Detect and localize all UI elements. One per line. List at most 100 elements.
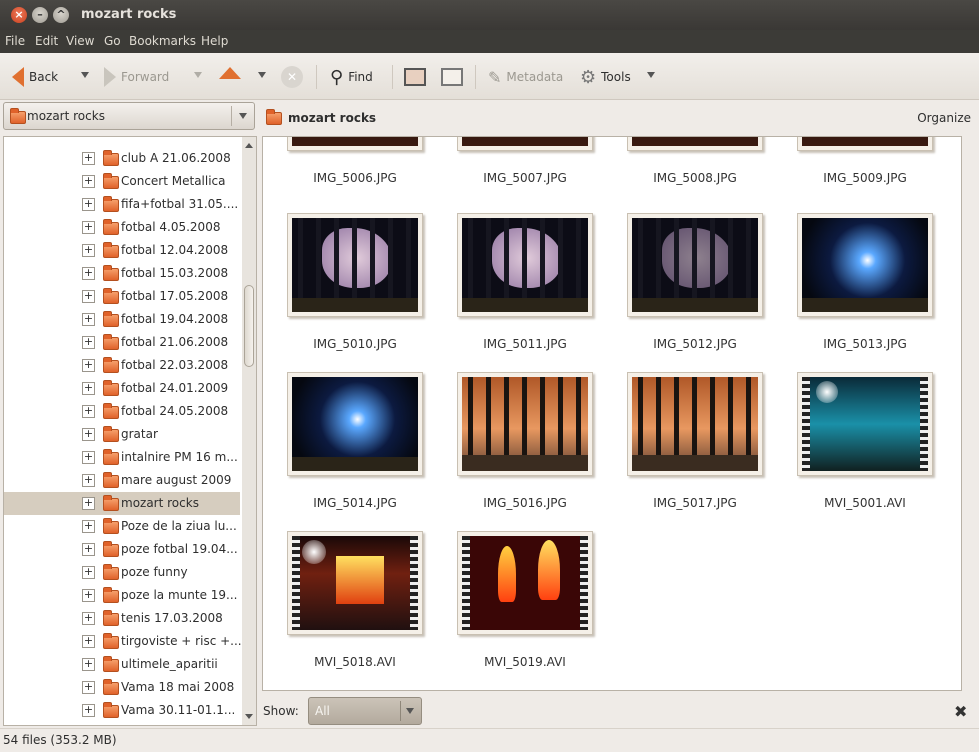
file-thumbnail[interactable]: [457, 137, 593, 151]
close-filter-icon[interactable]: ✖: [954, 702, 967, 721]
menu-view[interactable]: View: [66, 34, 94, 48]
tree-item[interactable]: + fotbal 4.05.2008: [4, 216, 240, 239]
expand-icon[interactable]: +: [82, 428, 95, 441]
tree-item[interactable]: + poze funny: [4, 561, 240, 584]
tree-item[interactable]: + fotbal 21.06.2008: [4, 331, 240, 354]
tree-item[interactable]: + gratar: [4, 423, 240, 446]
file-name[interactable]: IMG_5014.JPG: [270, 496, 440, 510]
scroll-up-icon[interactable]: [245, 143, 253, 148]
expand-icon[interactable]: +: [82, 681, 95, 694]
file-name[interactable]: IMG_5007.JPG: [440, 171, 610, 185]
file-name[interactable]: IMG_5011.JPG: [440, 337, 610, 351]
tools-button[interactable]: ⚙ Tools: [580, 65, 631, 89]
expand-icon[interactable]: +: [82, 612, 95, 625]
file-thumbnail[interactable]: [287, 372, 423, 476]
minimize-window-button[interactable]: –: [32, 7, 48, 23]
tree-item[interactable]: + fotbal 17.05.2008: [4, 285, 240, 308]
expand-icon[interactable]: +: [82, 152, 95, 165]
tree-scrollbar[interactable]: [242, 137, 256, 725]
menu-file[interactable]: File: [5, 34, 25, 48]
forward-button[interactable]: Forward: [104, 65, 169, 89]
file-thumbnail[interactable]: [797, 213, 933, 317]
file-name[interactable]: IMG_5016.JPG: [440, 496, 610, 510]
tree-item[interactable]: + Concert Metallica: [4, 170, 240, 193]
expand-icon[interactable]: +: [82, 336, 95, 349]
file-thumbnail[interactable]: [627, 137, 763, 151]
tree-item[interactable]: + fotbal 15.03.2008: [4, 262, 240, 285]
menu-edit[interactable]: Edit: [35, 34, 58, 48]
tree-item[interactable]: + fotbal 22.03.2008: [4, 354, 240, 377]
tools-dropdown[interactable]: [647, 72, 655, 78]
maximize-window-button[interactable]: ^: [53, 7, 69, 23]
menu-help[interactable]: Help: [201, 34, 228, 48]
tree-item[interactable]: + tirgoviste + risc +...: [4, 630, 242, 653]
file-name[interactable]: IMG_5013.JPG: [780, 337, 950, 351]
scroll-down-icon[interactable]: [245, 714, 253, 719]
expand-icon[interactable]: +: [82, 543, 95, 556]
file-thumbnail[interactable]: [797, 372, 933, 476]
up-button[interactable]: [219, 65, 246, 89]
expand-icon[interactable]: +: [82, 566, 95, 579]
show-filter-combo[interactable]: All: [308, 697, 422, 725]
tree-item[interactable]: + fotbal 12.04.2008: [4, 239, 240, 262]
file-name[interactable]: IMG_5012.JPG: [610, 337, 780, 351]
expand-icon[interactable]: +: [82, 497, 95, 510]
find-button[interactable]: ⚲ Find: [330, 65, 373, 89]
expand-icon[interactable]: +: [82, 635, 95, 648]
tree-item[interactable]: + Vama 18 mai 2008: [4, 676, 240, 699]
expand-icon[interactable]: +: [82, 474, 95, 487]
expand-icon[interactable]: +: [82, 313, 95, 326]
expand-icon[interactable]: +: [82, 520, 95, 533]
expand-icon[interactable]: +: [82, 175, 95, 188]
file-thumbnail[interactable]: [287, 213, 423, 317]
close-window-button[interactable]: ×: [11, 7, 27, 23]
expand-icon[interactable]: +: [82, 244, 95, 257]
tree-item[interactable]: + mozart rocks: [4, 492, 240, 515]
back-history-dropdown[interactable]: [81, 72, 89, 78]
tree-item[interactable]: + tenis 17.03.2008: [4, 607, 240, 630]
forward-history-dropdown[interactable]: [194, 72, 202, 78]
expand-icon[interactable]: +: [82, 451, 95, 464]
file-thumbnail[interactable]: [627, 372, 763, 476]
tree-item[interactable]: + fifa+fotbal 31.05....: [4, 193, 240, 216]
expand-icon[interactable]: +: [82, 382, 95, 395]
location-combo[interactable]: mozart rocks: [3, 102, 255, 130]
expand-icon[interactable]: +: [82, 290, 95, 303]
file-name[interactable]: IMG_5017.JPG: [610, 496, 780, 510]
menu-bookmarks[interactable]: Bookmarks: [129, 34, 196, 48]
expand-icon[interactable]: +: [82, 198, 95, 211]
expand-icon[interactable]: +: [82, 589, 95, 602]
file-name[interactable]: IMG_5008.JPG: [610, 171, 780, 185]
expand-icon[interactable]: +: [82, 359, 95, 372]
file-name[interactable]: IMG_5010.JPG: [270, 337, 440, 351]
tree-item[interactable]: + mare august 2009: [4, 469, 240, 492]
expand-icon[interactable]: +: [82, 267, 95, 280]
file-name[interactable]: MVI_5019.AVI: [440, 655, 610, 669]
expand-icon[interactable]: +: [82, 221, 95, 234]
file-thumbnail[interactable]: [287, 137, 423, 151]
tree-item[interactable]: + intalnire PM 16 m...: [4, 446, 240, 469]
file-name[interactable]: MVI_5001.AVI: [780, 496, 950, 510]
file-thumbnail[interactable]: [457, 372, 593, 476]
tree-item[interactable]: + poze fotbal 19.04...: [4, 538, 240, 561]
menu-go[interactable]: Go: [104, 34, 121, 48]
organize-button[interactable]: Organize: [917, 111, 971, 125]
file-thumbnail[interactable]: [457, 531, 593, 635]
back-button[interactable]: Back: [12, 65, 58, 89]
metadata-button[interactable]: ✎ Metadata: [488, 65, 563, 89]
fullscreen-button[interactable]: [404, 65, 426, 89]
file-thumbnail[interactable]: [797, 137, 933, 151]
tree-item[interactable]: + fotbal 19.04.2008: [4, 308, 240, 331]
tree-item[interactable]: + fotbal 24.05.2008: [4, 400, 240, 423]
file-name[interactable]: MVI_5018.AVI: [270, 655, 440, 669]
file-thumbnail[interactable]: [627, 213, 763, 317]
tree-item[interactable]: + fotbal 24.01.2009: [4, 377, 240, 400]
file-thumbnail[interactable]: [287, 531, 423, 635]
tree-item[interactable]: + Poze de la ziua lu...: [4, 515, 240, 538]
tree-item[interactable]: + poze la munte 19...: [4, 584, 240, 607]
expand-icon[interactable]: +: [82, 704, 95, 717]
file-name[interactable]: IMG_5009.JPG: [780, 171, 950, 185]
slideshow-button[interactable]: [441, 65, 463, 89]
up-dropdown[interactable]: [258, 72, 266, 78]
expand-icon[interactable]: +: [82, 658, 95, 671]
